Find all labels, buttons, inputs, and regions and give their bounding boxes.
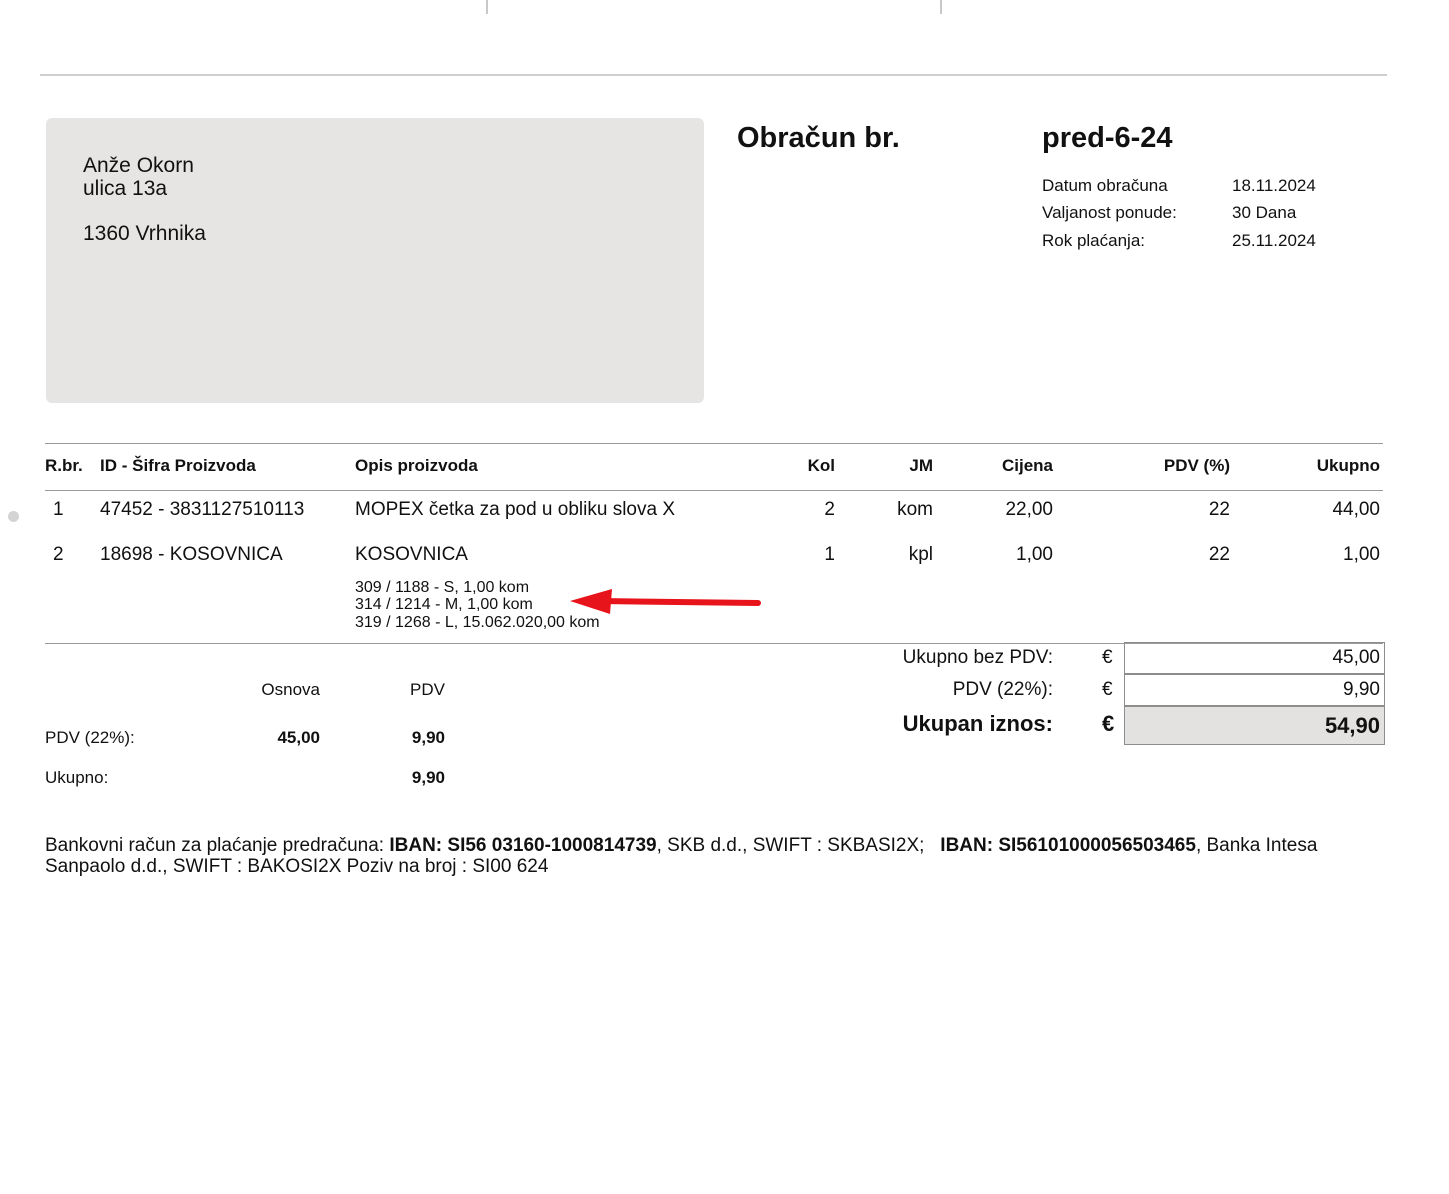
meta-value: 30 Dana <box>1232 203 1297 222</box>
header-divider-tick <box>940 0 942 14</box>
cell-quantity: 2 <box>824 499 835 520</box>
vat-summary-rate-vat: 9,90 <box>411 728 445 747</box>
col-header-id: ID - Šifra Proizvoda <box>100 456 256 475</box>
col-header-rbr: R.br. <box>45 456 83 475</box>
currency-symbol: € <box>1102 647 1113 668</box>
net-total-value: 45,00 <box>1124 642 1385 674</box>
recipient-street: ulica 13a <box>83 177 168 200</box>
col-header-vat: PDV (%) <box>1163 456 1230 475</box>
vat-summary-total-label: Ukupno: <box>45 768 109 787</box>
annotation-arrow-icon <box>570 589 761 614</box>
meta-row-validity: Valjanost ponude: 30 Dana <box>1042 203 1372 225</box>
document-title: Obračun br. <box>737 122 900 154</box>
meta-label: Datum obračuna <box>1042 176 1168 195</box>
currency-symbol: € <box>1102 711 1115 736</box>
cell-description: MOPEX četka za pod u obliku slova X <box>355 499 675 520</box>
meta-label: Rok plaćanja: <box>1042 231 1146 250</box>
vat-total-label: PDV (22%): <box>952 679 1053 700</box>
bank-prefix: Bankovni račun za plaćanje predračuna: <box>45 835 390 856</box>
cell-unit: kom <box>897 499 933 520</box>
document-number: pred-6-24 <box>1042 122 1173 154</box>
col-header-total: Ukupno <box>1316 456 1380 475</box>
meta-row-due-date: Rok plaćanja: 25.11.2024 <box>1042 231 1372 253</box>
col-header-price: Cijena <box>1001 456 1053 475</box>
vat-summary-rate-base: 45,00 <box>277 728 320 747</box>
table-top-rule <box>45 443 1383 444</box>
cell-rbr: 2 <box>53 544 64 565</box>
grand-total-label: Ukupan iznos: <box>902 711 1053 736</box>
recipient-city: 1360 Vrhnika <box>83 222 206 245</box>
vat-summary-col-vat: PDV <box>410 680 445 699</box>
cell-price: 22,00 <box>1005 499 1053 520</box>
vat-summary-rate-label: PDV (22%): <box>45 728 135 747</box>
meta-value: 25.11.2024 <box>1232 231 1316 250</box>
variant-line: 314 / 1214 - M, 1,00 kom <box>355 596 533 613</box>
header-rule <box>40 74 1387 76</box>
cell-rbr: 1 <box>53 499 64 520</box>
variant-line: 319 / 1268 - L, 15.062.020,00 kom <box>355 614 600 631</box>
vat-summary-total-vat: 9,90 <box>411 768 445 787</box>
vat-summary-col-base: Osnova <box>261 680 320 699</box>
bank-account-info: Bankovni račun za plaćanje predračuna: I… <box>45 835 1345 877</box>
cell-total: 1,00 <box>1343 544 1380 565</box>
cell-unit: kpl <box>908 544 933 565</box>
meta-label: Valjanost ponude: <box>1042 203 1177 222</box>
iban-intesa: IBAN: SI56101000056503465 <box>940 835 1196 856</box>
meta-row-date: Datum obračuna 18.11.2024 <box>1042 176 1372 198</box>
cell-vat: 22 <box>1208 544 1230 565</box>
page-handle-dot <box>8 511 19 522</box>
net-total-label: Ukupno bez PDV: <box>902 647 1053 668</box>
col-header-description: Opis proizvoda <box>355 456 478 475</box>
cell-id: 47452 - 3831127510113 <box>100 499 305 520</box>
cell-total: 44,00 <box>1332 499 1380 520</box>
cell-quantity: 1 <box>824 544 835 565</box>
bank-skb-details: , SKB d.d., SWIFT : SKBASI2X; <box>656 835 941 856</box>
iban-skb: IBAN: SI56 03160-1000814739 <box>389 835 657 856</box>
cell-vat: 22 <box>1208 499 1230 520</box>
recipient-address-box: Anže Okorn ulica 13a 1360 Vrhnika <box>46 118 704 403</box>
cell-price: 1,00 <box>1016 544 1053 565</box>
cell-id: 18698 - KOSOVNICA <box>100 544 283 565</box>
col-header-unit: JM <box>909 456 933 475</box>
currency-symbol: € <box>1102 679 1113 700</box>
header-divider-tick <box>486 0 488 14</box>
vat-total-value: 9,90 <box>1124 674 1385 706</box>
table-header-rule <box>45 490 1383 491</box>
meta-value: 18.11.2024 <box>1232 176 1316 195</box>
grand-total-value: 54,90 <box>1124 706 1385 745</box>
col-header-quantity: Kol <box>807 456 835 475</box>
recipient-name: Anže Okorn <box>83 154 194 177</box>
variant-line: 309 / 1188 - S, 1,00 kom <box>355 579 530 596</box>
cell-description: KOSOVNICA <box>355 544 468 565</box>
